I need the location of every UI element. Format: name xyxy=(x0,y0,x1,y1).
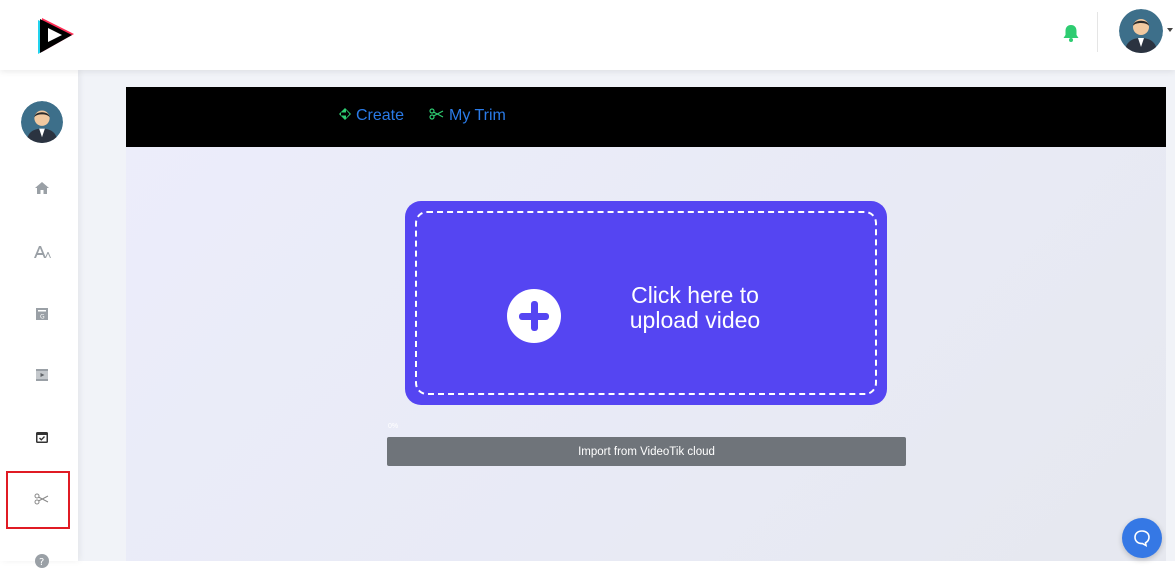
videotik-logo[interactable] xyxy=(34,12,82,60)
bell-icon[interactable] xyxy=(1060,22,1082,44)
scissors-icon xyxy=(429,107,445,126)
sidebar: G ? xyxy=(0,70,78,568)
user-avatar[interactable] xyxy=(1119,9,1163,53)
dropzone-border: Click here to upload video xyxy=(415,211,877,395)
upload-progress-label: 0% xyxy=(388,423,399,430)
sidebar-item-home[interactable] xyxy=(27,173,57,203)
my-trim-link[interactable]: My Trim xyxy=(429,105,506,127)
active-item-highlight xyxy=(6,471,70,529)
create-link[interactable]: Create xyxy=(338,105,404,127)
calendar-check-icon xyxy=(36,432,48,443)
upload-prompt: Click here to upload video xyxy=(595,283,795,333)
chat-button[interactable] xyxy=(1122,518,1162,558)
plus-circle-icon xyxy=(507,289,561,343)
svg-text:G: G xyxy=(40,314,45,321)
upload-prompt-line1: Click here to xyxy=(631,282,759,308)
svg-text:?: ? xyxy=(39,557,44,568)
content-nav: Create My Trim xyxy=(126,87,1166,147)
sidebar-item-text[interactable] xyxy=(27,237,57,267)
trim-panel: Create My Trim Click here to upload vide… xyxy=(126,87,1166,561)
sidebar-avatar[interactable] xyxy=(21,101,63,143)
sidebar-item-gallery[interactable]: G xyxy=(27,299,57,329)
sidebar-item-help[interactable]: ? xyxy=(27,546,57,576)
text-size-icon xyxy=(34,246,51,258)
sidebar-item-video[interactable] xyxy=(27,360,57,390)
my-trim-label: My Trim xyxy=(449,107,506,124)
top-header xyxy=(0,0,1175,70)
image-icon: G xyxy=(36,308,48,321)
help-icon: ? xyxy=(35,554,49,568)
sidebar-item-calendar[interactable] xyxy=(27,422,57,452)
header-divider xyxy=(1097,12,1098,52)
chat-icon xyxy=(1134,530,1150,547)
home-icon xyxy=(35,182,49,194)
upload-video-dropzone[interactable]: Click here to upload video xyxy=(405,201,887,405)
video-icon xyxy=(36,369,48,381)
upload-prompt-line2: upload video xyxy=(629,307,761,333)
create-label: Create xyxy=(356,107,405,124)
chevron-down-icon[interactable] xyxy=(1167,28,1173,32)
import-from-cloud-button[interactable]: Import from VideoTik cloud xyxy=(387,437,906,466)
create-arrow-icon xyxy=(338,107,352,126)
